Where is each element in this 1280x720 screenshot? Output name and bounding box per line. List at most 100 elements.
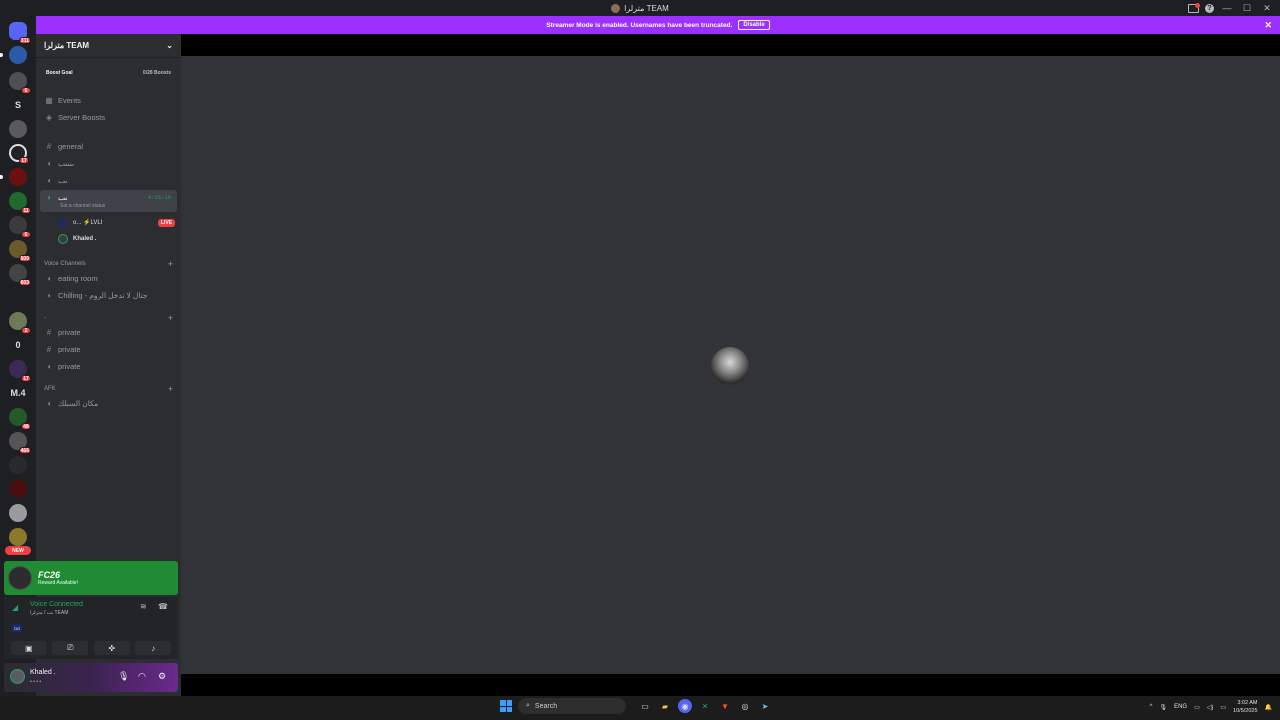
- boost-goal[interactable]: Boost Goal 0/28 Boosts: [40, 65, 177, 81]
- microphone-icon[interactable]: 🎙: [118, 671, 129, 682]
- server-icon[interactable]: 17: [9, 360, 31, 382]
- voice-location[interactable]: ٮٮ / مترلرا TEAM: [30, 610, 68, 616]
- inbox-icon[interactable]: [1188, 2, 1200, 13]
- soundboard-icon[interactable]: ♪: [135, 641, 172, 655]
- server-icon[interactable]: [9, 120, 27, 138]
- guild-header[interactable]: مترلرا TEAM ⌄: [36, 34, 181, 58]
- discord-icon[interactable]: ◉: [678, 699, 692, 713]
- server-icon[interactable]: 17: [9, 144, 29, 164]
- channel-eating-room[interactable]: ◖ eating room: [40, 271, 177, 286]
- speaker-icon: ◖: [46, 176, 52, 185]
- server-icon[interactable]: 603: [9, 264, 31, 286]
- server-icon[interactable]: [9, 528, 27, 546]
- server-icon[interactable]: [9, 504, 27, 522]
- channel-private[interactable]: ◖ private: [40, 359, 177, 374]
- search-box[interactable]: ⌕ Search: [518, 698, 626, 714]
- channel-label: ٮٮ: [58, 193, 68, 202]
- voice-stage[interactable]: [181, 56, 1280, 674]
- voice-user[interactable]: Khaled .: [58, 232, 175, 245]
- excel-icon[interactable]: ✕: [698, 699, 712, 713]
- category-private[interactable]: - +: [44, 313, 173, 323]
- minimize-icon[interactable]: —: [1220, 1, 1234, 15]
- events-item[interactable]: ▦ Events: [40, 93, 177, 108]
- unread-badge: 11: [21, 207, 31, 214]
- reward-promo[interactable]: FC26 Reward Available!: [4, 561, 178, 595]
- channel-label: مكان السبلك: [58, 399, 99, 408]
- activity-icon[interactable]: OG: [12, 624, 22, 632]
- server-icon[interactable]: 2: [9, 312, 31, 334]
- user-name[interactable]: Khaled .: [30, 669, 56, 676]
- server-icon[interactable]: 500: [9, 240, 31, 262]
- plus-icon[interactable]: +: [168, 259, 173, 269]
- close-icon[interactable]: ✕: [1264, 20, 1272, 31]
- avatar[interactable]: [10, 669, 25, 684]
- direct-messages-button[interactable]: 311: [9, 22, 31, 44]
- disconnect-icon[interactable]: ☎: [158, 602, 168, 611]
- app-icon[interactable]: ◎: [738, 699, 752, 713]
- gear-icon[interactable]: ⚙: [158, 671, 166, 682]
- category-afk[interactable]: AFK +: [44, 384, 173, 394]
- avatar[interactable]: [711, 347, 749, 385]
- channel-chilling[interactable]: ◖ Chilling - جتال لا تدخل الروم: [40, 288, 177, 303]
- voice-status[interactable]: Voice Connected: [30, 601, 83, 608]
- channel-private[interactable]: # private: [40, 342, 177, 357]
- events-label: Events: [58, 96, 81, 105]
- unread-badge: 311: [18, 37, 31, 44]
- plus-icon[interactable]: +: [168, 384, 173, 394]
- server-icon[interactable]: S: [9, 96, 27, 114]
- camera-icon[interactable]: ▣: [10, 641, 47, 655]
- activity-gamepad-icon[interactable]: ✜: [93, 641, 130, 655]
- channel-label: private: [58, 345, 81, 354]
- notification-bell-icon[interactable]: 🔔: [1265, 704, 1272, 711]
- channel-status[interactable]: Set a channel status: [60, 203, 105, 209]
- clock[interactable]: 3:02 AM 10/5/2025: [1233, 699, 1257, 715]
- channel-general[interactable]: # general: [40, 139, 177, 154]
- category-voice-channels[interactable]: Voice Channels +: [44, 259, 173, 269]
- network-icon[interactable]: ▭: [1194, 704, 1200, 711]
- windows-start-icon[interactable]: [500, 700, 512, 712]
- server-icon[interactable]: 48: [9, 408, 31, 430]
- server-icon[interactable]: 11: [9, 192, 31, 214]
- unread-pip: [0, 175, 3, 179]
- brave-icon[interactable]: ▼: [718, 699, 732, 713]
- channel-voice-active[interactable]: ◖ ٮٮ 4:25:10 Set a channel status: [40, 190, 177, 212]
- noise-suppression-icon[interactable]: ≋: [140, 602, 147, 611]
- file-explorer-icon[interactable]: ▰: [658, 699, 672, 713]
- server-boosts-item[interactable]: ◈ Server Boosts: [40, 110, 177, 125]
- plus-icon[interactable]: +: [168, 313, 173, 323]
- channel-voice[interactable]: ◖ ٮٮ: [40, 173, 177, 188]
- server-icon[interactable]: 6: [9, 72, 31, 94]
- language-indicator[interactable]: ENG: [1174, 704, 1187, 710]
- battery-icon[interactable]: ▭: [1220, 704, 1226, 711]
- signal-icon[interactable]: ◢: [12, 603, 18, 612]
- server-icon[interactable]: 0: [9, 336, 27, 354]
- volume-icon[interactable]: ◁): [1207, 704, 1214, 711]
- new-pill[interactable]: NEW: [5, 546, 31, 555]
- server-icon[interactable]: 466: [9, 432, 31, 454]
- server-icon[interactable]: [9, 288, 27, 306]
- screen-share-icon[interactable]: ⎚: [52, 641, 89, 655]
- channel-afk[interactable]: ◖ مكان السبلك: [40, 396, 177, 411]
- headphones-icon[interactable]: ◠: [138, 671, 146, 682]
- task-view-icon[interactable]: ▭: [638, 699, 652, 713]
- server-icon[interactable]: M.4: [9, 384, 27, 402]
- unread-badge: 500: [18, 255, 31, 262]
- server-icon[interactable]: [0, 46, 27, 64]
- server-icon[interactable]: [9, 456, 27, 474]
- channel-voice[interactable]: ◖ ٮٮٮٮٮ: [40, 156, 177, 171]
- server-icon[interactable]: [0, 168, 27, 186]
- steam-icon[interactable]: ➤: [758, 699, 772, 713]
- voice-user[interactable]: ᴏ... ⚡LVLI LIVE: [58, 216, 175, 229]
- help-icon[interactable]: ?: [1205, 3, 1214, 13]
- chevron-up-icon[interactable]: ^: [1150, 704, 1153, 710]
- category-label: Voice Channels: [44, 261, 86, 267]
- server-icon[interactable]: 6: [9, 216, 31, 238]
- server-icon[interactable]: [9, 480, 27, 498]
- clock-time: 3:02 AM: [1237, 700, 1258, 706]
- disable-button[interactable]: Disable: [738, 20, 770, 30]
- mic-tray-icon[interactable]: 🎙: [1159, 704, 1167, 711]
- maximize-icon[interactable]: ☐: [1240, 1, 1254, 15]
- lock-hash-icon: #: [46, 328, 52, 337]
- channel-private[interactable]: # private: [40, 325, 177, 340]
- close-icon[interactable]: ✕: [1260, 1, 1274, 15]
